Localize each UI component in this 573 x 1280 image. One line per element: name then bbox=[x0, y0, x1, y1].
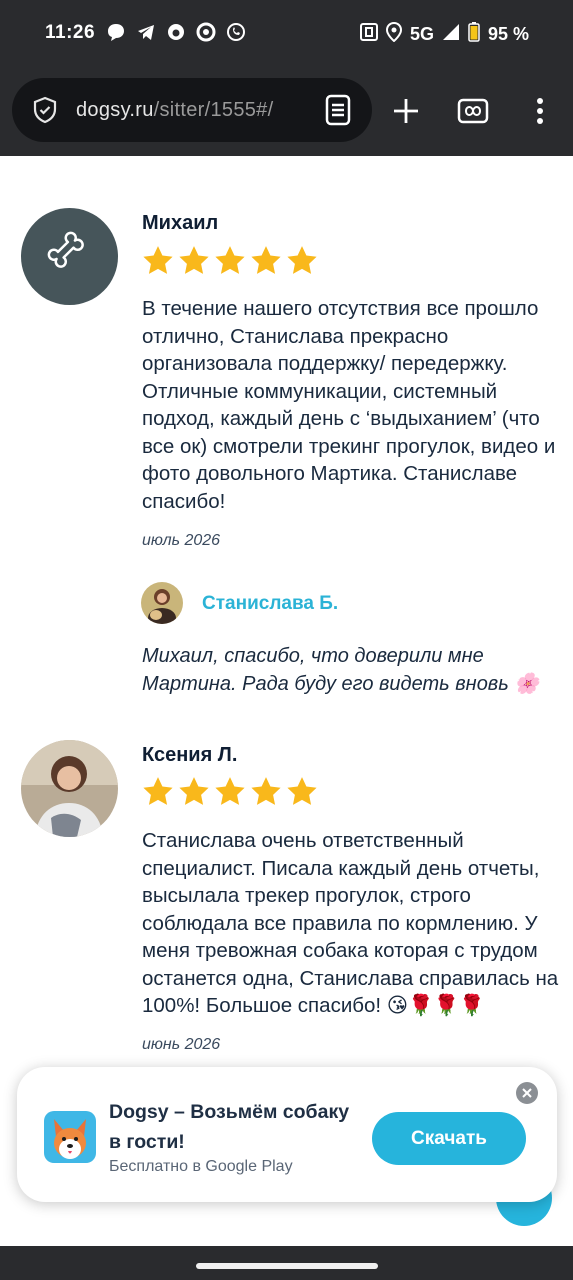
star-icon bbox=[249, 244, 283, 283]
star-icon bbox=[285, 244, 319, 283]
star-icon bbox=[177, 244, 211, 283]
status-right: 5G 95 % bbox=[359, 21, 529, 47]
app-download-banner: Dogsy – Возьмём собаку в гости! Бесплатн… bbox=[17, 1067, 557, 1202]
star-icon bbox=[213, 244, 247, 283]
rating-stars bbox=[141, 775, 319, 814]
app-icon bbox=[166, 22, 186, 42]
bone-icon bbox=[47, 231, 93, 282]
star-icon bbox=[249, 775, 283, 814]
battery-icon bbox=[468, 22, 480, 47]
location-icon bbox=[385, 21, 402, 47]
browser-toolbar: dogsy.ru/sitter/1555#/ bbox=[0, 66, 573, 156]
star-icon bbox=[141, 244, 175, 283]
review-date: июль 2026 bbox=[142, 532, 221, 549]
status-bar: 11:26 5G 95 % bbox=[0, 0, 573, 66]
nfc-icon bbox=[359, 23, 378, 46]
star-icon bbox=[177, 775, 211, 814]
banner-title: Dogsy – Возьмём собаку в гости! bbox=[109, 1101, 350, 1153]
shield-icon[interactable] bbox=[30, 95, 60, 125]
cut-off-heading-left bbox=[22, 156, 27, 163]
sync-icon bbox=[196, 22, 216, 42]
url-host: dogsy.ru bbox=[76, 98, 154, 121]
star-icon bbox=[213, 775, 247, 814]
reviewer-name: Ксения Л. bbox=[142, 744, 238, 766]
battery-level: 95 % bbox=[487, 24, 529, 44]
new-tab-icon[interactable] bbox=[386, 91, 426, 131]
dogsy-app-icon bbox=[44, 1111, 96, 1163]
reader-mode-icon[interactable] bbox=[324, 94, 352, 126]
rating-stars bbox=[141, 244, 319, 283]
system-nav-bar bbox=[0, 1246, 573, 1280]
url-path: /sitter/1555#/ bbox=[153, 98, 274, 121]
telegram-icon bbox=[136, 22, 156, 42]
star-icon bbox=[285, 775, 319, 814]
avatar bbox=[21, 208, 118, 305]
signal-icon bbox=[442, 23, 460, 46]
avatar bbox=[21, 740, 118, 837]
chat-bubble-icon bbox=[106, 22, 126, 42]
reviewer-name: Михаил bbox=[142, 212, 219, 234]
star-icon bbox=[141, 775, 175, 814]
reply-avatar bbox=[141, 582, 183, 624]
private-tabs-icon[interactable] bbox=[453, 91, 493, 131]
url-text[interactable]: dogsy.ru/sitter/1555#/ bbox=[76, 99, 298, 122]
banner-subtitle: Бесплатно в Google Play bbox=[109, 1158, 293, 1175]
home-gesture-handle[interactable] bbox=[196, 1263, 378, 1269]
close-icon[interactable] bbox=[516, 1082, 538, 1104]
reply-text: Михаил, спасибо, что доверили мне Мартин… bbox=[142, 645, 540, 695]
notification-icons bbox=[106, 22, 246, 42]
status-time: 11:26 bbox=[45, 22, 96, 43]
whatsapp-icon bbox=[226, 22, 246, 42]
more-menu-icon[interactable] bbox=[520, 91, 560, 131]
review-text: Станислава очень ответственный специалис… bbox=[142, 829, 559, 1017]
review-text: В течение нашего отсутствия все прошло о… bbox=[142, 297, 556, 513]
address-bar[interactable]: dogsy.ru/sitter/1555#/ bbox=[12, 78, 372, 142]
reply-author-name[interactable]: Станислава Б. bbox=[202, 593, 338, 615]
download-button[interactable]: Скачать bbox=[372, 1112, 526, 1165]
review-date: июнь 2026 bbox=[142, 1036, 221, 1053]
network-label: 5G bbox=[409, 24, 434, 44]
